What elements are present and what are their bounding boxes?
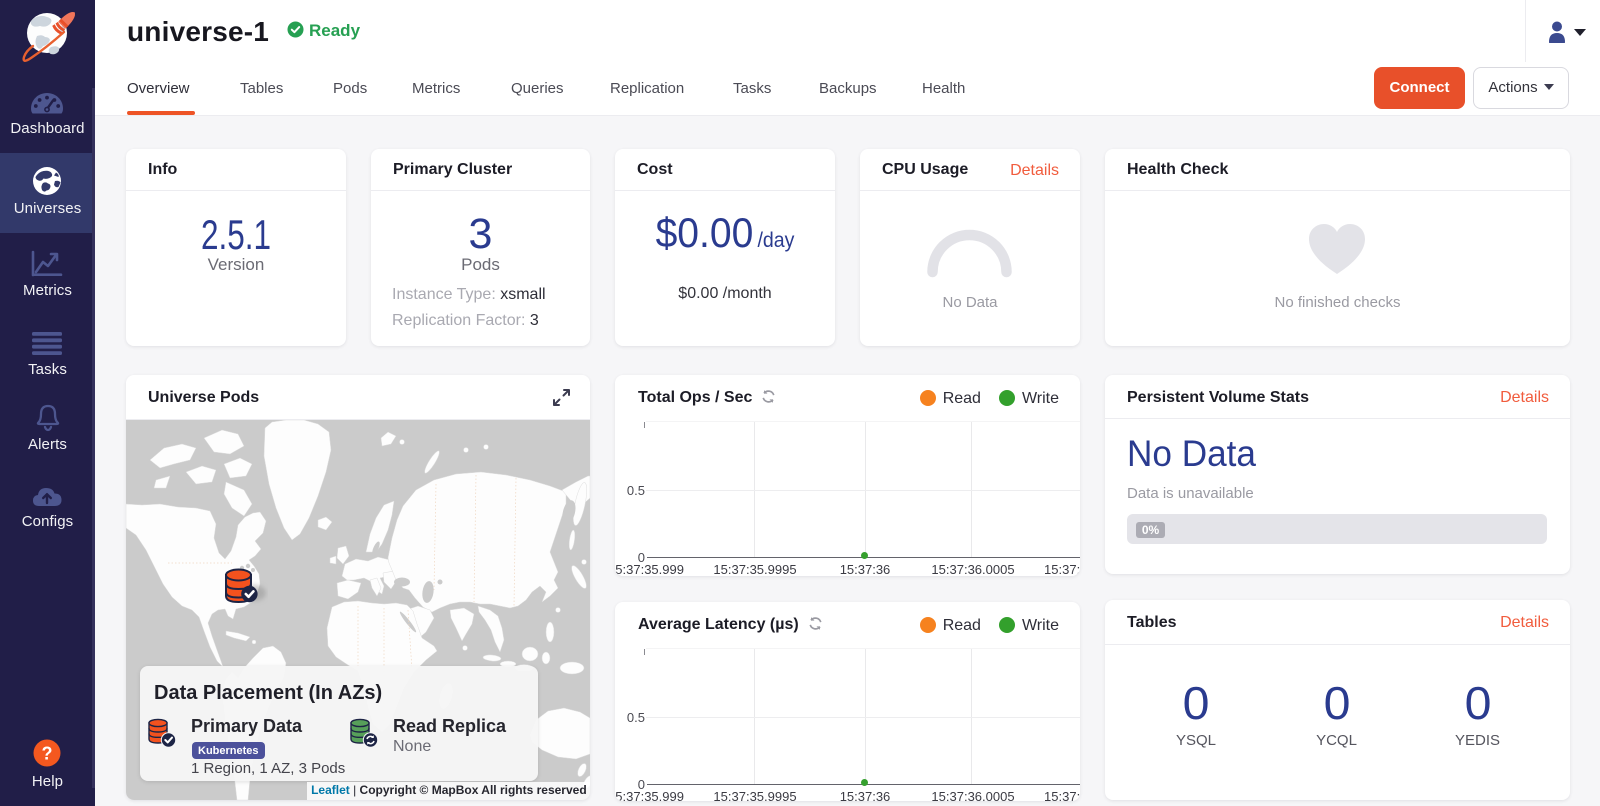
svg-text:?: ? xyxy=(42,744,53,764)
